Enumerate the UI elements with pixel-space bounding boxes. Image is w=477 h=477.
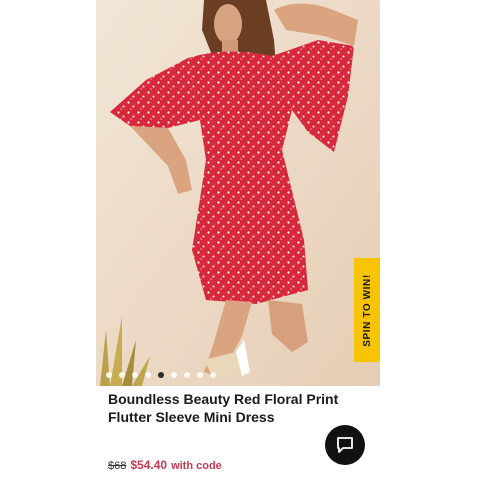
price-note: with code [171, 460, 222, 472]
product-title: Boundless Beauty Red Floral Print Flutte… [108, 390, 358, 426]
carousel-dot[interactable] [132, 372, 138, 378]
sale-price: $54.40 [130, 458, 168, 472]
price-row: $68 $54.40 with code [108, 458, 222, 472]
carousel-dot-active[interactable] [158, 372, 164, 378]
carousel-dot[interactable] [145, 372, 151, 378]
spin-to-win-label: SPIN TO WIN! [361, 273, 373, 347]
chat-button[interactable] [325, 425, 365, 465]
carousel-indicators [106, 372, 216, 378]
spin-to-win-tab[interactable]: SPIN TO WIN! [354, 258, 380, 362]
product-photo [96, 0, 380, 386]
carousel-dot[interactable] [184, 372, 190, 378]
carousel-dot[interactable] [197, 372, 203, 378]
product-image-carousel[interactable]: SPIN TO WIN! [96, 0, 380, 386]
product-title-line2: Flutter Sleeve Mini Dress [108, 409, 275, 425]
product-screen: SPIN TO WIN! Boundless Beauty Red Floral… [0, 0, 477, 477]
carousel-dot[interactable] [171, 372, 177, 378]
original-price: $68 [108, 460, 127, 472]
carousel-dot[interactable] [210, 372, 216, 378]
product-card: SPIN TO WIN! Boundless Beauty Red Floral… [96, 0, 380, 477]
chat-bubble-icon [337, 437, 353, 453]
carousel-dot[interactable] [119, 372, 125, 378]
carousel-dot[interactable] [106, 372, 112, 378]
product-title-line1: Boundless Beauty Red Floral Print [108, 391, 339, 407]
